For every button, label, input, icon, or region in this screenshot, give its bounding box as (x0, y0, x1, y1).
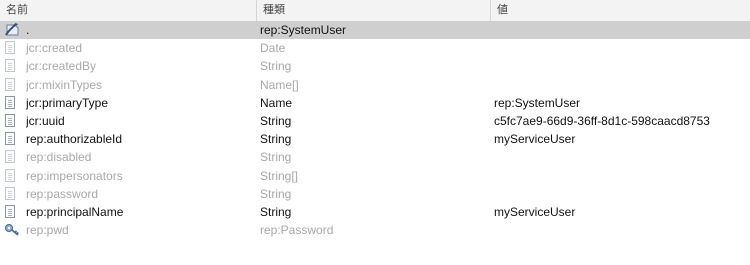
property-name: jcr:createdBy (26, 59, 97, 74)
table-row[interactable]: jcr:mixinTypes Name[] (0, 76, 750, 94)
property-value (494, 76, 748, 94)
table-row[interactable]: . rep:SystemUser (0, 21, 750, 40)
properties-grid: 名前 種類 値 . rep:SystemUser jcr:created Date jc… (0, 0, 750, 265)
property-type: Date (260, 41, 286, 56)
property-value: myServiceUser (494, 204, 576, 219)
property-name: rep:authorizableId (26, 132, 123, 147)
property-name: rep:pwd (26, 223, 69, 238)
property-type: String (260, 186, 292, 201)
property-name: . (26, 23, 30, 37)
property-type: String (260, 204, 292, 219)
property-type: String[] (260, 168, 299, 183)
property-type: Name (260, 95, 293, 110)
column-header-type[interactable]: 種類 (256, 0, 490, 21)
table-row[interactable]: rep:pwd rep:Password (0, 221, 750, 239)
property-value: myServiceUser (494, 132, 576, 147)
property-type: String (260, 113, 292, 128)
property-type: rep:SystemUser (260, 23, 347, 37)
table-row[interactable]: jcr:createdBy String (0, 57, 750, 75)
property-type: String (260, 59, 292, 74)
property-name: jcr:primaryType (26, 95, 109, 110)
property-name: rep:password (26, 186, 99, 201)
property-value (494, 21, 748, 39)
property-icon (5, 59, 18, 73)
property-value (494, 39, 748, 57)
table-row[interactable]: jcr:uuid String c5fc7ae9-66d9-36ff-8d1c-59… (0, 112, 750, 130)
property-value (494, 185, 748, 203)
key-icon (5, 223, 19, 237)
property-value: c5fc7ae9-66d9-36ff-8d1c-598caacd8753 (494, 113, 710, 128)
property-name: jcr:mixinTypes (26, 77, 103, 92)
table-row[interactable]: rep:impersonators String[] (0, 167, 750, 185)
table-row[interactable]: rep:principalName String myServiceUser (0, 203, 750, 221)
property-type: String (260, 132, 292, 147)
property-value (494, 148, 748, 166)
property-value (494, 221, 748, 239)
property-name: jcr:created (26, 41, 83, 56)
property-value (494, 57, 748, 75)
column-header-value[interactable]: 値 (490, 0, 750, 21)
property-icon (5, 113, 18, 128)
property-icon (5, 77, 18, 92)
property-icon (5, 132, 18, 146)
grid-rows: . rep:SystemUser jcr:created Date jcr:create… (0, 21, 750, 239)
property-icon (5, 41, 18, 55)
table-row[interactable]: jcr:created Date (0, 39, 750, 57)
property-name: rep:impersonators (26, 168, 123, 183)
property-name: jcr:uuid (26, 113, 65, 128)
property-name: rep:principalName (26, 204, 124, 219)
property-value: rep:SystemUser (494, 95, 581, 110)
property-icon (5, 168, 18, 183)
property-icon (5, 95, 18, 110)
property-icon (5, 204, 18, 219)
node-icon (5, 23, 19, 37)
property-icon (5, 186, 18, 201)
property-type: Name[] (260, 77, 299, 92)
property-type: String (260, 150, 292, 165)
table-row[interactable]: rep:password String (0, 185, 750, 203)
property-value (494, 167, 748, 185)
table-row[interactable]: rep:disabled String (0, 148, 750, 166)
grid-header: 名前 種類 値 (0, 0, 750, 22)
table-row[interactable]: rep:authorizableId String myServiceUser (0, 130, 750, 148)
property-type: rep:Password (260, 223, 334, 238)
column-header-name[interactable]: 名前 (0, 0, 256, 21)
table-row[interactable]: jcr:primaryType Name rep:SystemUser (0, 94, 750, 112)
property-icon (5, 150, 18, 164)
property-name: rep:disabled (26, 150, 92, 165)
